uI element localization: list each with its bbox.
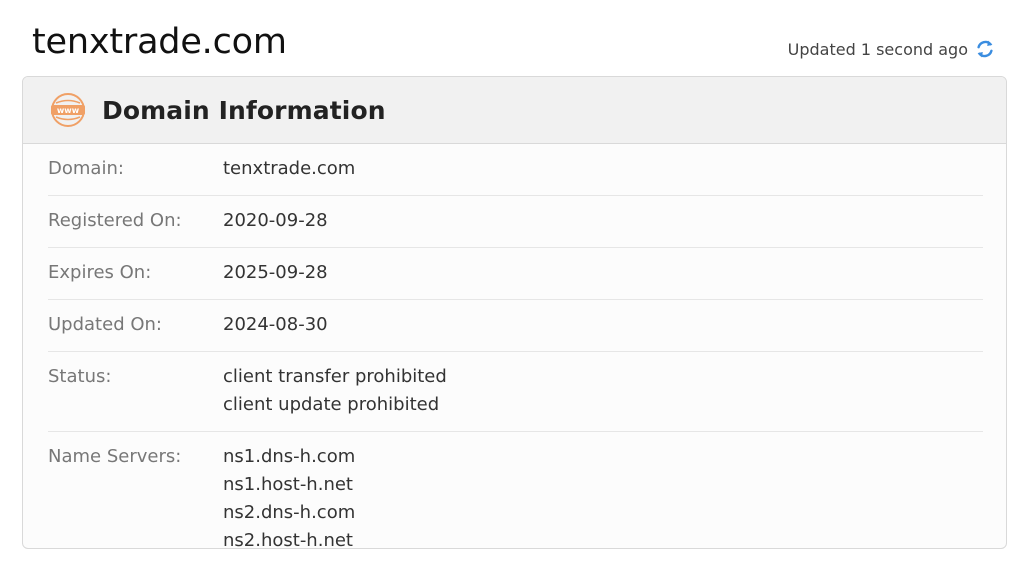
row-label: Registered On: (48, 210, 182, 231)
refresh-icon[interactable] (975, 38, 995, 60)
row-value: 2025-09-28 (223, 259, 328, 287)
page-title: tenxtrade.com (32, 22, 287, 62)
registered-date: 2020-09-28 (223, 210, 328, 231)
row-expires-on: Expires On: 2025-09-28 (48, 248, 983, 300)
row-label: Name Servers: (48, 446, 182, 467)
row-label: Updated On: (48, 314, 162, 335)
row-registered-on: Registered On: 2020-09-28 (48, 196, 983, 248)
row-value: 2024-08-30 (223, 311, 328, 339)
row-value: 2020-09-28 (223, 207, 328, 235)
name-server: ns1.dns-h.com (223, 446, 356, 467)
row-value: tenxtrade.com (223, 155, 355, 183)
row-label: Domain: (48, 158, 124, 179)
row-updated-on: Updated On: 2024-08-30 (48, 300, 983, 352)
expires-date: 2025-09-28 (223, 262, 328, 283)
status-value: client transfer prohibited (223, 366, 447, 387)
row-value: ns1.dns-h.com ns1.host-h.net ns2.dns-h.c… (223, 443, 356, 549)
row-label: Status: (48, 366, 112, 387)
name-server: ns2.dns-h.com (223, 502, 356, 523)
updated-status: Updated 1 second ago (788, 37, 995, 61)
svg-text:www: www (57, 106, 80, 115)
updated-text: Updated 1 second ago (787, 39, 968, 59)
name-server: ns1.host-h.net (223, 474, 353, 495)
card-header: www Domain Information (23, 77, 1006, 144)
row-label: Expires On: (48, 262, 152, 283)
row-domain: Domain: tenxtrade.com (48, 144, 983, 196)
row-name-servers: Name Servers: ns1.dns-h.com ns1.host-h.n… (48, 432, 983, 549)
card-title: Domain Information (102, 95, 386, 125)
status-value: client update prohibited (223, 394, 440, 415)
domain-value: tenxtrade.com (223, 158, 356, 179)
row-value: client transfer prohibited client update… (223, 363, 447, 419)
info-rows: Domain: tenxtrade.com Registered On: 202… (23, 144, 1006, 549)
name-server: ns2.host-h.net (223, 530, 353, 549)
row-status: Status: client transfer prohibited clien… (48, 352, 983, 432)
updated-date: 2024-08-30 (223, 314, 328, 335)
domain-info-card: www Domain Information Domain: tenxtrade… (22, 76, 1007, 549)
www-globe-icon: www (50, 92, 86, 128)
